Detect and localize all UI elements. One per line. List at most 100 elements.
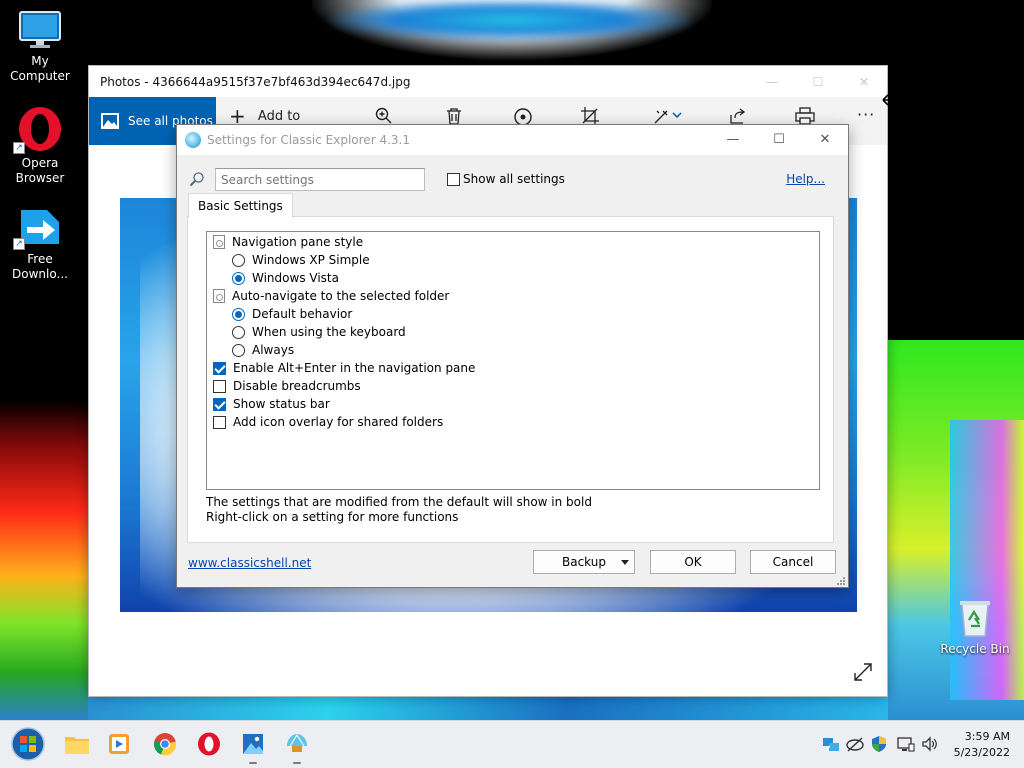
maximize-button[interactable]: ☐ [795, 66, 841, 98]
settings-title: Settings for Classic Explorer 4.3.1 [207, 133, 410, 147]
classic-shell-taskbar-icon[interactable] [282, 729, 312, 764]
settings-tree[interactable]: Navigation pane style Windows XP Simple … [206, 231, 820, 490]
close-button[interactable]: ✕ [841, 66, 887, 98]
clock-time: 3:59 AM [964, 730, 1010, 743]
resize-grip-icon[interactable] [836, 575, 846, 585]
add-to-label: Add to [257, 109, 301, 124]
desktop-icon-opera[interactable]: ↗ Opera Browser [0, 106, 80, 186]
photos-icon[interactable] [238, 729, 268, 764]
desktop-icon-label: Free Downlo... [12, 252, 68, 281]
monitor-icon [18, 10, 62, 50]
checkbox-box[interactable] [213, 379, 226, 393]
maximize-button[interactable]: ☐ [756, 125, 802, 155]
checkbox-add-icon-overlay[interactable]: Add icon overlay for shared folders [213, 413, 443, 431]
system-clock[interactable]: 3:59 AM 5/23/2022 [954, 729, 1010, 761]
start-orb-icon[interactable] [10, 726, 46, 762]
close-button[interactable]: ✕ [802, 125, 848, 155]
radio-button[interactable] [232, 271, 245, 285]
desktop-icon-recycle-bin[interactable]: Recycle Bin [935, 598, 1015, 657]
photo-gallery-icon [101, 113, 119, 129]
checkbox-disable-breadcrumbs[interactable]: Disable breadcrumbs [213, 377, 361, 395]
tree-label: Auto-navigate to the selected folder [232, 289, 450, 303]
running-indicator [293, 762, 301, 764]
show-all-settings-checkbox[interactable]: Show all settings [447, 172, 565, 186]
recycle-bin-icon [958, 598, 992, 638]
opera-icon: ↗ [13, 106, 63, 154]
settings-dialog: Settings for Classic Explorer 4.3.1 — ☐ … [176, 124, 849, 588]
classicshell-link[interactable]: www.classicshell.net [188, 556, 311, 570]
ok-button[interactable]: OK [650, 550, 736, 574]
clock-date: 5/23/2022 [953, 746, 1010, 759]
backup-button[interactable]: Backup [533, 550, 635, 574]
tree-label: Disable breadcrumbs [233, 379, 361, 393]
wallpaper-glow-blue [330, 0, 690, 40]
settings-page-icon [213, 235, 225, 249]
settings-window-controls: — ☐ ✕ [710, 125, 848, 155]
shortcut-arrow-icon: ↗ [13, 238, 25, 250]
minimize-button[interactable]: — [710, 125, 756, 155]
radio-button[interactable] [232, 343, 245, 357]
chrome-icon[interactable] [150, 729, 180, 759]
display-icon[interactable] [897, 735, 915, 753]
sync-icon[interactable] [822, 735, 840, 753]
radio-button[interactable] [232, 325, 245, 339]
wallpaper-bottom [88, 696, 888, 720]
add-to-button[interactable]: + Add to [229, 106, 301, 126]
taskbar: 3:59 AM 5/23/2022 [0, 720, 1024, 768]
download-manager-icon: ↗ [13, 206, 63, 250]
tree-label: Show status bar [233, 397, 330, 411]
desktop-icon-label: Opera Browser [15, 156, 65, 185]
radio-always[interactable]: Always [232, 341, 294, 359]
photos-window-controls: — ☐ ✕ [749, 66, 887, 98]
volume-icon[interactable] [921, 735, 939, 753]
running-indicator [249, 762, 257, 764]
search-icon [189, 171, 205, 187]
info-bold-note: The settings that are modified from the … [206, 495, 592, 509]
desktop-icon-free-download[interactable]: ↗ Free Downlo... [0, 206, 80, 282]
info-right-click-note: Right-click on a setting for more functi… [206, 510, 459, 524]
radio-windows-xp-simple[interactable]: Windows XP Simple [232, 251, 370, 269]
network-icon[interactable] [846, 735, 864, 753]
tree-label: Default behavior [252, 307, 353, 321]
more-icon[interactable]: ··· [857, 105, 875, 124]
minimize-button[interactable]: — [749, 66, 795, 98]
search-input[interactable] [215, 168, 425, 191]
tree-label: When using the keyboard [252, 325, 406, 339]
tree-group-navigation-pane-style[interactable]: Navigation pane style [213, 233, 363, 251]
help-link[interactable]: Help... [786, 172, 825, 186]
opera-taskbar-icon[interactable] [194, 729, 224, 759]
checkbox-box[interactable] [213, 361, 226, 375]
radio-when-using-keyboard[interactable]: When using the keyboard [232, 323, 406, 341]
radio-windows-vista[interactable]: Windows Vista [232, 269, 339, 287]
desktop-icon-label: Recycle Bin [940, 642, 1010, 656]
file-explorer-icon[interactable] [62, 729, 92, 759]
checkbox-box[interactable] [213, 415, 226, 429]
settings-page-icon [213, 289, 225, 303]
radio-default-behavior[interactable]: Default behavior [232, 305, 352, 323]
cancel-label: Cancel [772, 555, 814, 569]
checkbox-enable-alt-enter[interactable]: Enable Alt+Enter in the navigation pane [213, 359, 475, 377]
media-player-icon[interactable] [104, 729, 134, 759]
checkbox-show-status-bar[interactable]: Show status bar [213, 395, 330, 413]
fullscreen-icon[interactable] [853, 662, 873, 682]
wallpaper-right-accent [950, 420, 1024, 700]
cancel-button[interactable]: Cancel [750, 550, 836, 574]
tree-label: Add icon overlay for shared folders [233, 415, 444, 429]
resize-cursor-icon [882, 93, 906, 107]
desktop-icon-my-computer[interactable]: My Computer [0, 10, 80, 84]
security-icon[interactable] [870, 735, 888, 753]
radio-button[interactable] [232, 253, 245, 267]
tree-group-auto-navigate[interactable]: Auto-navigate to the selected folder [213, 287, 449, 305]
show-all-settings-label: Show all settings [463, 172, 565, 186]
shortcut-arrow-icon: ↗ [13, 142, 25, 154]
checkbox-box[interactable] [213, 397, 226, 411]
checkbox-box[interactable] [447, 172, 460, 186]
tree-label: Navigation pane style [232, 235, 364, 249]
tab-basic-settings[interactable]: Basic Settings [188, 193, 293, 218]
photos-title: Photos - 4366644a9515f37e7bf463d394ec647… [100, 75, 411, 89]
tree-label: Windows XP Simple [252, 253, 370, 267]
tree-label: Enable Alt+Enter in the navigation pane [233, 361, 476, 375]
radio-button[interactable] [232, 307, 245, 321]
classic-shell-icon [185, 132, 201, 148]
basic-settings-panel: Navigation pane style Windows XP Simple … [187, 216, 834, 543]
